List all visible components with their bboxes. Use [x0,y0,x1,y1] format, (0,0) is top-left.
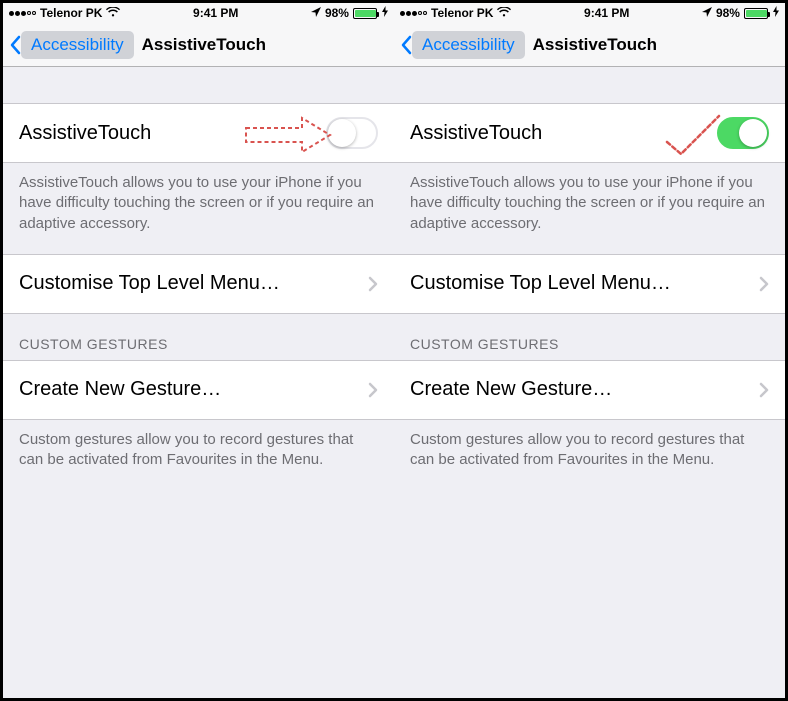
back-label: Accessibility [412,31,525,59]
page-title: AssistiveTouch [142,35,266,55]
assistivetouch-label: AssistiveTouch [410,122,542,145]
annotation-arrow-icon [244,114,334,162]
chevron-right-icon [759,382,769,398]
customise-menu-label: Customise Top Level Menu… [19,272,280,295]
clock-label: 9:41 PM [584,6,629,20]
charging-icon [773,6,779,20]
page-title: AssistiveTouch [533,35,657,55]
custom-gestures-header: CUSTOM GESTURES [394,314,785,360]
battery-pct-label: 98% [716,6,740,20]
create-gesture-row[interactable]: Create New Gesture… [394,360,785,420]
chevron-right-icon [368,276,378,292]
carrier-label: Telenor PK [431,6,493,20]
status-bar: Telenor PK 9:41 PM 98% [3,3,394,23]
status-bar: Telenor PK 9:41 PM 98% [394,3,785,23]
annotation-check-icon [663,112,723,166]
custom-gestures-footer: Custom gestures allow you to record gest… [3,420,394,491]
signal-dots-icon [400,11,427,16]
location-icon [311,7,321,20]
assistivetouch-toggle-row[interactable]: AssistiveTouch [394,103,785,163]
assistivetouch-footer: AssistiveTouch allows you to use your iP… [394,163,785,254]
assistivetouch-label: AssistiveTouch [19,122,151,145]
nav-bar: Accessibility AssistiveTouch [394,23,785,67]
back-button[interactable]: Accessibility [9,31,134,59]
charging-icon [382,6,388,20]
custom-gestures-footer: Custom gestures allow you to record gest… [394,420,785,491]
wifi-icon [106,6,120,20]
customise-menu-label: Customise Top Level Menu… [410,272,671,295]
battery-icon [744,8,768,19]
assistivetouch-toggle[interactable] [717,117,769,149]
carrier-label: Telenor PK [40,6,102,20]
chevron-right-icon [759,276,769,292]
chevron-right-icon [368,382,378,398]
signal-dots-icon [9,11,36,16]
clock-label: 9:41 PM [193,6,238,20]
chevron-left-icon [400,35,412,55]
back-button[interactable]: Accessibility [400,31,525,59]
assistivetouch-toggle[interactable] [326,117,378,149]
customise-menu-row[interactable]: Customise Top Level Menu… [3,254,394,314]
nav-bar: Accessibility AssistiveTouch [3,23,394,67]
chevron-left-icon [9,35,21,55]
create-gesture-label: Create New Gesture… [410,378,612,401]
assistivetouch-footer: AssistiveTouch allows you to use your iP… [3,163,394,254]
customise-menu-row[interactable]: Customise Top Level Menu… [394,254,785,314]
screenshot-left: Telenor PK 9:41 PM 98% Accessibility Ass… [3,3,394,698]
location-icon [702,7,712,20]
custom-gestures-header: CUSTOM GESTURES [3,314,394,360]
create-gesture-row[interactable]: Create New Gesture… [3,360,394,420]
back-label: Accessibility [21,31,134,59]
assistivetouch-toggle-row[interactable]: AssistiveTouch [3,103,394,163]
wifi-icon [497,6,511,20]
battery-icon [353,8,377,19]
create-gesture-label: Create New Gesture… [19,378,221,401]
battery-pct-label: 98% [325,6,349,20]
screenshot-right: Telenor PK 9:41 PM 98% Accessibility Ass… [394,3,785,698]
